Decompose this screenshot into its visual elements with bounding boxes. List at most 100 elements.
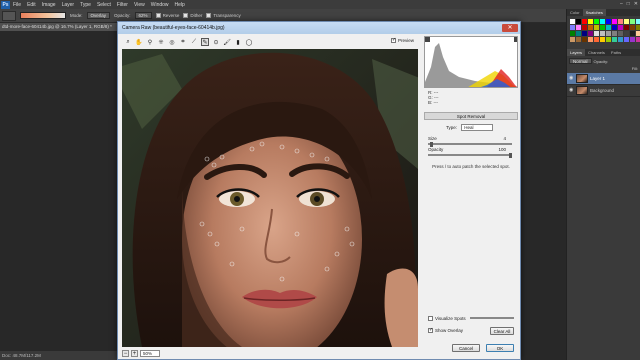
- menu-image[interactable]: Image: [42, 2, 56, 8]
- swatch[interactable]: [594, 37, 599, 42]
- menu-edit[interactable]: Edit: [27, 2, 36, 8]
- crop-tool-icon[interactable]: ⌗: [179, 38, 187, 46]
- swatch[interactable]: [618, 37, 623, 42]
- visualize-spots-slider[interactable]: [470, 317, 514, 319]
- swatch[interactable]: [588, 31, 593, 36]
- swatch[interactable]: [576, 25, 581, 30]
- swatch[interactable]: [612, 19, 617, 24]
- reverse-option[interactable]: Reverse: [155, 13, 179, 19]
- swatch[interactable]: [570, 31, 575, 36]
- swatch[interactable]: [624, 31, 629, 36]
- swatch[interactable]: [582, 31, 587, 36]
- tab-channels[interactable]: Channels: [585, 49, 608, 56]
- swatch[interactable]: [624, 37, 629, 42]
- tab-swatches[interactable]: Swatches: [582, 9, 606, 16]
- transparency-checkbox[interactable]: [206, 13, 212, 19]
- swatch[interactable]: [588, 25, 593, 30]
- menu-layer[interactable]: Layer: [62, 2, 75, 8]
- clear-all-button[interactable]: Clear All: [490, 327, 514, 335]
- spot-opacity-value[interactable]: 100: [498, 147, 506, 152]
- opacity-field[interactable]: 62%: [134, 12, 152, 19]
- zoom-level-select[interactable]: 50%: [140, 349, 160, 357]
- close-app-button[interactable]: ✕: [634, 1, 638, 7]
- document-tab[interactable]: dtd-more-face-60414b.jpg @ 16.7% (Layer …: [0, 23, 118, 31]
- swatch[interactable]: [630, 31, 635, 36]
- swatch[interactable]: [612, 37, 617, 42]
- zoom-in-button[interactable]: +: [131, 349, 138, 357]
- swatch[interactable]: [588, 19, 593, 24]
- opacity-slider-thumb[interactable]: [509, 153, 512, 158]
- swatch[interactable]: [582, 19, 587, 24]
- tab-layers[interactable]: Layers: [567, 49, 586, 56]
- swatch[interactable]: [618, 25, 623, 30]
- dither-option[interactable]: Dither: [183, 13, 202, 19]
- swatch[interactable]: [570, 37, 575, 42]
- swatch[interactable]: [576, 37, 581, 42]
- minimize-button[interactable]: –: [620, 1, 623, 7]
- tab-paths[interactable]: Paths: [608, 49, 624, 56]
- swatch[interactable]: [612, 25, 617, 30]
- maximize-button[interactable]: □: [627, 1, 630, 7]
- white-balance-icon[interactable]: ⚲: [146, 38, 154, 46]
- swatch[interactable]: [600, 31, 605, 36]
- swatch[interactable]: [606, 19, 611, 24]
- red-eye-icon[interactable]: ⊙: [212, 38, 220, 46]
- eye-icon[interactable]: ◉: [569, 76, 574, 81]
- color-sampler-icon[interactable]: ⁜: [157, 38, 165, 46]
- swatch[interactable]: [594, 19, 599, 24]
- size-slider[interactable]: [428, 142, 512, 147]
- ok-button[interactable]: OK: [486, 344, 514, 352]
- tool-preset-picker[interactable]: [2, 10, 16, 21]
- visualize-spots-checkbox[interactable]: [428, 316, 433, 322]
- gradient-picker[interactable]: [20, 12, 66, 19]
- swatch[interactable]: [624, 19, 629, 24]
- dither-checkbox[interactable]: [183, 13, 189, 19]
- menu-filter[interactable]: Filter: [117, 2, 128, 8]
- swatch[interactable]: [636, 31, 640, 36]
- swatch[interactable]: [636, 19, 640, 24]
- swatch[interactable]: [588, 37, 593, 42]
- blend-mode-select[interactable]: Normal: [569, 58, 592, 64]
- layer-row-background[interactable]: ◉ Background: [567, 85, 640, 97]
- swatch[interactable]: [606, 25, 611, 30]
- menu-help[interactable]: Help: [175, 2, 185, 8]
- spot-removal-icon[interactable]: ✎: [201, 38, 209, 46]
- swatch[interactable]: [618, 31, 623, 36]
- dialog-close-button[interactable]: ✕: [502, 24, 518, 32]
- swatch[interactable]: [582, 25, 587, 30]
- eye-icon[interactable]: ◉: [569, 88, 574, 93]
- zoom-out-button[interactable]: −: [122, 349, 129, 357]
- hand-tool-icon[interactable]: ✋: [135, 38, 143, 46]
- preview-toggle[interactable]: Preview: [390, 37, 414, 43]
- mode-select[interactable]: Overlay: [86, 12, 111, 19]
- swatch[interactable]: [630, 19, 635, 24]
- targeted-adjustment-icon[interactable]: ◎: [168, 38, 176, 46]
- swatch[interactable]: [582, 37, 587, 42]
- adjustment-brush-icon[interactable]: 🖌: [223, 38, 231, 46]
- type-select[interactable]: Heal: [461, 124, 494, 131]
- swatch[interactable]: [630, 37, 635, 42]
- swatch[interactable]: [576, 19, 581, 24]
- swatch[interactable]: [576, 31, 581, 36]
- swatch[interactable]: [606, 31, 611, 36]
- swatch[interactable]: [594, 31, 599, 36]
- swatch[interactable]: [600, 37, 605, 42]
- swatch[interactable]: [630, 25, 635, 30]
- swatch[interactable]: [636, 37, 640, 42]
- swatch[interactable]: [618, 19, 623, 24]
- tab-color[interactable]: Color: [567, 9, 583, 16]
- show-overlay-checkbox[interactable]: [428, 327, 433, 334]
- straighten-tool-icon[interactable]: ⟋: [190, 38, 198, 46]
- cancel-button[interactable]: Cancel: [452, 344, 480, 352]
- swatch[interactable]: [606, 37, 611, 42]
- size-value[interactable]: 4: [503, 136, 506, 141]
- image-preview[interactable]: [122, 49, 418, 347]
- swatch[interactable]: [570, 25, 575, 30]
- menu-type[interactable]: Type: [80, 2, 91, 8]
- menu-view[interactable]: View: [134, 2, 145, 8]
- swatch[interactable]: [636, 25, 640, 30]
- menu-select[interactable]: Select: [97, 2, 111, 8]
- reverse-checkbox[interactable]: [155, 13, 161, 19]
- preview-checkbox[interactable]: [390, 37, 396, 43]
- menu-file[interactable]: File: [13, 2, 21, 8]
